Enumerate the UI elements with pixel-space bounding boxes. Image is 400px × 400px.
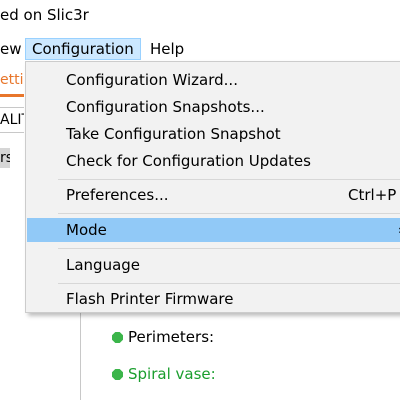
menu-item-take-snapshot[interactable]: Take Configuration Snapshot xyxy=(27,122,400,146)
tab-settings[interactable]: ettin xyxy=(0,68,24,92)
window-title: ed on Slic3r xyxy=(0,6,89,24)
menu-item-label: Preferences... xyxy=(66,186,169,204)
menu-item-mode[interactable]: Mode › xyxy=(27,218,400,242)
menu-item-label: Mode xyxy=(66,221,107,239)
active-tab-indicator xyxy=(0,94,24,97)
menu-item-language[interactable]: Language xyxy=(27,253,400,277)
menu-item-label: Configuration Snapshots... xyxy=(66,98,265,116)
option-perimeters: Perimeters: xyxy=(112,328,214,346)
configuration-dropdown-menu: Configuration Wizard... Configuration Sn… xyxy=(25,61,400,313)
sidebar-selected-item[interactable]: rs xyxy=(0,148,10,168)
menu-item-configuration-snapshots[interactable]: Configuration Snapshots... xyxy=(27,95,400,119)
option-spiral-vase[interactable]: Spiral vase: xyxy=(112,365,216,383)
menu-item-label: Take Configuration Snapshot xyxy=(66,125,281,143)
menu-separator xyxy=(58,213,400,214)
menu-item-configuration-wizard[interactable]: Configuration Wizard... xyxy=(27,68,400,92)
preset-select[interactable]: ALIT xyxy=(0,107,24,133)
menu-item-shortcut: Ctrl+P xyxy=(348,186,397,204)
option-spiral-vase-label[interactable]: Spiral vase: xyxy=(128,365,216,383)
menu-item-preferences[interactable]: Preferences... Ctrl+P xyxy=(27,183,400,207)
menu-separator xyxy=(58,179,400,180)
menu-item-label: Check for Configuration Updates xyxy=(66,152,311,170)
menu-item-check-updates[interactable]: Check for Configuration Updates xyxy=(27,149,400,173)
menu-separator xyxy=(58,283,400,284)
menu-item-label: Language xyxy=(66,256,141,274)
menu-item-flash-firmware[interactable]: Flash Printer Firmware xyxy=(27,287,400,311)
menubar: ew Configuration Help xyxy=(0,36,400,62)
option-perimeters-label: Perimeters: xyxy=(128,328,215,346)
menu-item-label: Flash Printer Firmware xyxy=(66,290,234,308)
menu-separator xyxy=(58,248,400,249)
panel-divider xyxy=(80,312,81,400)
menu-configuration[interactable]: Configuration xyxy=(25,38,141,60)
menu-item-label: Configuration Wizard... xyxy=(66,71,238,89)
menu-view[interactable]: ew xyxy=(0,38,28,60)
simple-mode-icon xyxy=(112,369,123,380)
menu-help[interactable]: Help xyxy=(144,38,190,60)
simple-mode-icon xyxy=(112,332,123,343)
